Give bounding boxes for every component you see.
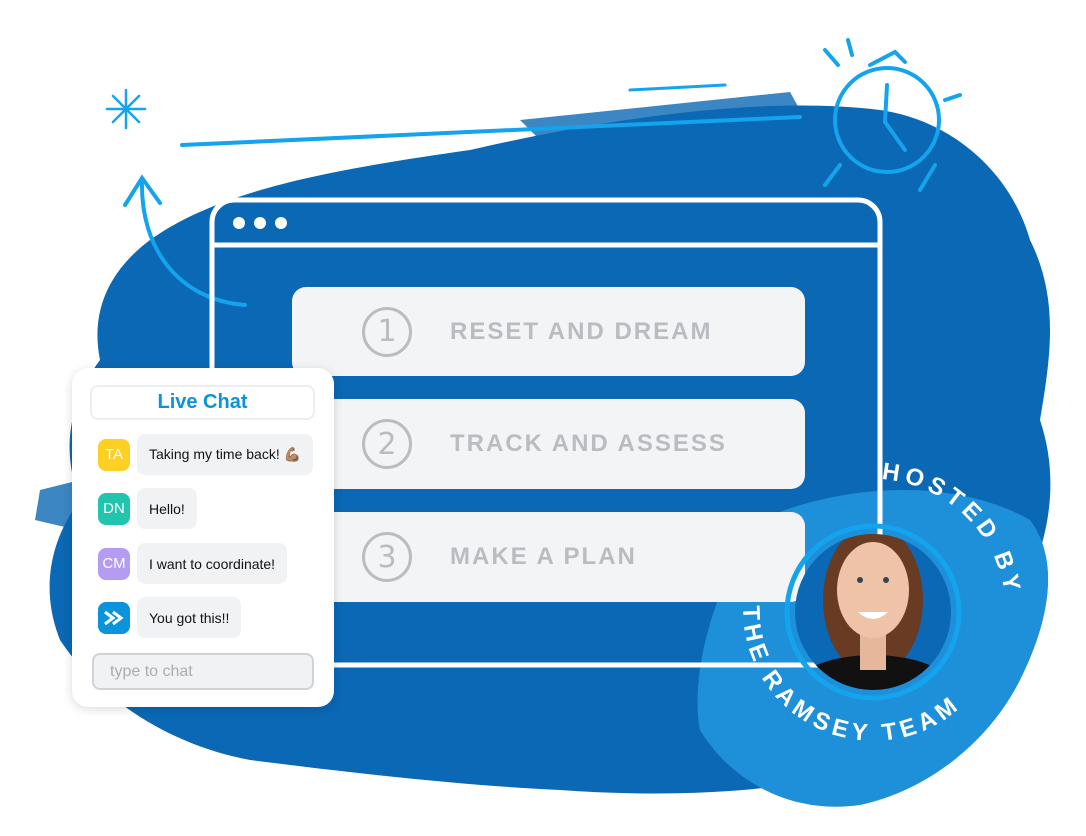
live-chat-panel: Live Chat TA Taking my time back! 💪🏽 DN …	[72, 368, 334, 707]
avatar: TA	[98, 438, 130, 471]
message-text: I want to coordinate!	[137, 543, 288, 584]
avatar: CM	[98, 547, 130, 580]
chat-message: CM I want to coordinate!	[98, 543, 288, 584]
chat-title: Live Chat	[90, 385, 315, 420]
chat-message: DN Hello!	[98, 488, 197, 529]
chat-input[interactable]	[92, 653, 314, 690]
ramsey-logo-icon	[98, 601, 130, 634]
message-text: Taking my time back! 💪🏽	[137, 434, 314, 475]
message-text: Hello!	[137, 488, 197, 529]
chat-message: You got this!!	[98, 597, 242, 638]
chat-message: TA Taking my time back! 💪🏽	[98, 434, 314, 475]
avatar: DN	[98, 492, 130, 525]
message-text: You got this!!	[137, 597, 242, 638]
